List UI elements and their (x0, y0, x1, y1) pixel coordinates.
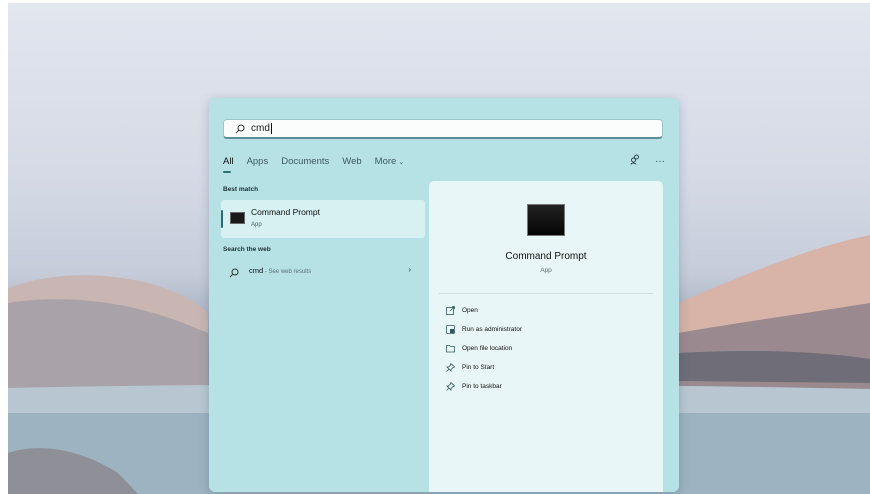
action-pin-to-taskbar-label: Pin to taskbar (462, 383, 502, 390)
chevron-down-icon: ⌄ (398, 159, 405, 166)
tab-all[interactable]: All (223, 156, 234, 173)
action-open-file-location[interactable]: Open file location (446, 344, 512, 353)
command-prompt-icon (230, 212, 245, 224)
search-icon (233, 122, 247, 136)
folder-icon (446, 344, 455, 353)
detail-subtitle: App (540, 267, 552, 274)
command-prompt-large-icon (527, 204, 565, 236)
action-open[interactable]: Open (446, 306, 478, 315)
web-query: cmd (249, 266, 264, 275)
action-run-as-administrator-label: Run as administrator (462, 326, 522, 333)
action-open-file-location-label: Open file location (462, 345, 513, 352)
detail-title: Command Prompt (505, 251, 587, 262)
web-result[interactable]: cmd - See web results › (221, 260, 425, 282)
best-match-result[interactable]: Command Prompt App (221, 200, 425, 238)
web-suffix: - See web results (263, 269, 312, 275)
header-actions: ··· (630, 154, 665, 168)
search-web-label: Search the web (223, 246, 271, 253)
action-open-label: Open (462, 307, 478, 314)
tab-web[interactable]: Web (342, 156, 361, 167)
search-box[interactable]: cmd (223, 119, 663, 139)
tab-documents[interactable]: Documents (281, 156, 329, 167)
best-match-label: Best match (223, 186, 259, 193)
action-pin-to-start-label: Pin to Start (462, 364, 495, 371)
divider (439, 293, 653, 294)
tab-more-label: More (374, 156, 397, 167)
action-run-as-administrator[interactable]: Run as administrator (446, 325, 522, 334)
tab-apps[interactable]: Apps (247, 156, 269, 167)
result-detail-pane: Command Prompt App Open Run as administr… (429, 181, 663, 492)
pin-icon (446, 363, 455, 372)
more-options-icon[interactable]: ··· (655, 156, 665, 167)
open-icon (446, 306, 455, 315)
search-input[interactable]: cmd (251, 123, 270, 134)
pin-icon (446, 382, 455, 391)
filter-tabs: All Apps Documents Web More ⌄ (223, 156, 417, 173)
chevron-right-icon[interactable]: › (408, 265, 411, 274)
web-result-text: cmd - See web results (249, 266, 311, 275)
action-pin-to-start[interactable]: Pin to Start (446, 363, 494, 372)
text-cursor (270, 123, 272, 134)
selection-indicator (221, 210, 223, 228)
action-pin-to-taskbar[interactable]: Pin to taskbar (446, 382, 502, 391)
people-switch-icon[interactable] (630, 154, 641, 168)
result-subtitle: App (251, 222, 262, 228)
tab-more[interactable]: More ⌄ (375, 156, 405, 167)
shield-admin-icon (446, 325, 455, 334)
search-icon (229, 265, 241, 278)
result-title: Command Prompt (251, 207, 320, 217)
start-search-panel: cmd All Apps Documents Web More ⌄ ··· Bes… (209, 98, 679, 492)
